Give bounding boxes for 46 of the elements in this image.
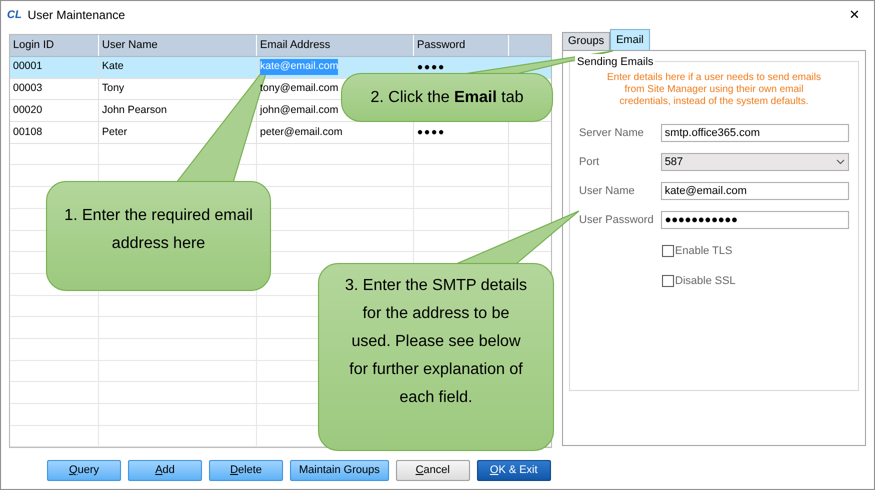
- callout: 3. Enter the SMTP details for the address to be used. Please see below for further explanation of each field.: [318, 263, 554, 451]
- action-button[interactable]: Cancel: [396, 460, 470, 481]
- table-cell-text: Tony: [102, 81, 124, 96]
- checkbox[interactable]: [662, 274, 674, 287]
- info-note: Enter details here if a user needs to send emails from Site Manager using their own email credentials, instead of the system defaults.: [606, 72, 822, 108]
- close-button[interactable]: ✕: [843, 5, 866, 25]
- chevron-down-icon: [836, 159, 845, 165]
- tab[interactable]: Email: [610, 29, 650, 50]
- checkbox-label: Enable TLS: [675, 244, 732, 259]
- port-dropdown[interactable]: 587: [660, 153, 849, 171]
- input-field[interactable]: kate@email.com: [660, 182, 849, 200]
- callout: 2. Click the Email tab: [341, 73, 553, 122]
- column-header[interactable]: Email Address: [260, 37, 330, 54]
- field-label: Port: [579, 154, 600, 170]
- table-cell-text: john@email.com: [260, 102, 338, 118]
- table-cell-text: peter@email.com: [260, 124, 342, 140]
- table-cell-text: 00001: [13, 59, 42, 74]
- table-cell-text: John Pearson: [102, 102, 167, 118]
- table-cell-text: 00003: [13, 81, 42, 96]
- checkbox[interactable]: [662, 245, 674, 258]
- field-label: User Password: [579, 212, 655, 228]
- column-header[interactable]: Password: [417, 37, 466, 54]
- table-cell-text: 00020: [13, 102, 42, 118]
- table-cell-text: Peter: [102, 124, 128, 140]
- table-cell-text: Kate: [102, 59, 124, 74]
- action-button[interactable]: OK & Exit: [476, 460, 551, 481]
- input-field[interactable]: ●●●●●●●●●●●: [660, 211, 849, 229]
- action-button[interactable]: Add: [128, 460, 202, 481]
- callout: 1. Enter the required email address here: [46, 181, 271, 291]
- action-button[interactable]: Maintain Groups: [290, 460, 389, 481]
- window-title: User Maintenance: [28, 7, 126, 24]
- group-title: Sending Emails: [575, 54, 656, 70]
- table-cell-text: ●●●●: [417, 126, 446, 140]
- action-button[interactable]: Delete: [209, 460, 283, 481]
- table-cell: kate@email.com: [260, 59, 338, 76]
- field-label: Server Name: [579, 126, 645, 141]
- table-cell-text: ●●●●: [417, 60, 446, 75]
- column-header[interactable]: User Name: [102, 37, 158, 54]
- tab[interactable]: Groups: [562, 32, 610, 50]
- action-button[interactable]: Query: [47, 460, 121, 481]
- column-header[interactable]: Login ID: [13, 37, 54, 54]
- app-logo: CL: [7, 8, 22, 23]
- field-label: User Name: [579, 184, 636, 199]
- input-field[interactable]: smtp.office365.com: [660, 124, 849, 142]
- checkbox-label: Disable SSL: [675, 274, 736, 288]
- table-cell-text: 00108: [13, 124, 42, 140]
